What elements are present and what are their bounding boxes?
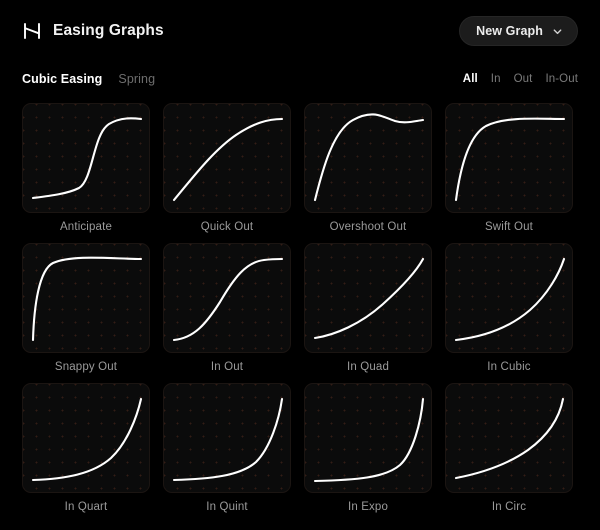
easing-graph-card[interactable]: In Quint [163, 383, 291, 513]
easing-graph-card[interactable]: In Quad [304, 243, 432, 373]
easing-graph-card[interactable]: Overshoot Out [304, 103, 432, 233]
easing-graph-grid: Anticipate Quick Out Overshoot Out Swift Ou… [0, 93, 600, 513]
easing-curve-plot[interactable] [445, 383, 573, 493]
easing-graph-card[interactable]: Quick Out [163, 103, 291, 233]
easing-graph-label: Quick Out [200, 221, 254, 233]
page-title: Easing Graphs [53, 22, 164, 39]
app-header: Easing Graphs New Graph [0, 0, 600, 62]
new-graph-button-label: New Graph [476, 24, 543, 38]
brand: Easing Graphs [22, 21, 164, 41]
easing-curve-path [172, 257, 284, 342]
easing-curve-plot[interactable] [304, 383, 432, 493]
filter-in-out[interactable]: In-Out [545, 73, 578, 85]
easing-graph-label: In Quad [347, 361, 389, 373]
easing-graph-label: In Quart [64, 501, 108, 513]
easing-graph-label: In Cubic [487, 361, 531, 373]
category-tabs: Cubic Easing Spring [22, 72, 155, 86]
easing-curve-path [454, 257, 566, 342]
easing-graph-label: In Quint [206, 501, 248, 513]
easing-graph-label: Swift Out [484, 221, 533, 233]
easing-graph-card[interactable]: In Quart [22, 383, 150, 513]
easing-curve-plot[interactable] [304, 103, 432, 213]
filter-bar: Cubic Easing Spring All In Out In-Out [0, 65, 600, 93]
easing-curve-path [313, 397, 425, 483]
easing-graph-label: In Out [210, 361, 244, 373]
easing-curve-plot[interactable] [22, 103, 150, 213]
easing-graph-label: Anticipate [59, 221, 112, 233]
easing-curve-path [454, 397, 565, 480]
easing-graph-card[interactable]: Anticipate [22, 103, 150, 233]
easing-curve-path [172, 117, 284, 202]
easing-graph-label: Overshoot Out [329, 221, 407, 233]
easing-curve-plot[interactable] [445, 103, 573, 213]
chevron-down-icon [553, 28, 562, 34]
easing-graph-card[interactable]: In Circ [445, 383, 573, 513]
easing-curve-path [172, 397, 284, 482]
easing-curve-path [454, 117, 566, 202]
easing-curve-plot[interactable] [22, 243, 150, 353]
easing-graph-label: Snappy Out [54, 361, 118, 373]
easing-curve-path [31, 117, 143, 200]
easing-graph-label: In Circ [491, 501, 527, 513]
easing-curve-path [31, 397, 143, 482]
filter-out[interactable]: Out [514, 73, 533, 85]
easing-curve-plot[interactable] [22, 383, 150, 493]
easing-graph-card[interactable]: In Expo [304, 383, 432, 513]
tab-spring[interactable]: Spring [118, 72, 155, 86]
filter-all[interactable]: All [463, 73, 478, 85]
easing-graph-card[interactable]: Snappy Out [22, 243, 150, 373]
easing-curve-plot[interactable] [445, 243, 573, 353]
easing-curve-plot[interactable] [163, 103, 291, 213]
tab-cubic-easing[interactable]: Cubic Easing [22, 72, 102, 86]
app-root: Easing Graphs New Graph Cubic Easing Spr… [0, 0, 600, 530]
new-graph-button[interactable]: New Graph [459, 16, 578, 46]
easing-curve-plot[interactable] [304, 243, 432, 353]
hourglass-h-logo-icon [24, 23, 40, 39]
easing-curve-plot[interactable] [163, 383, 291, 493]
easing-graph-label: In Expo [347, 501, 389, 513]
easing-graph-card[interactable]: Swift Out [445, 103, 573, 233]
easing-curve-path [313, 257, 425, 340]
easing-curve-plot[interactable] [163, 243, 291, 353]
easing-curve-path [313, 113, 425, 202]
easing-curve-path [31, 256, 143, 342]
filter-in[interactable]: In [491, 73, 501, 85]
easing-graph-card[interactable]: In Out [163, 243, 291, 373]
mode-tabs: All In Out In-Out [463, 73, 578, 85]
easing-graph-card[interactable]: In Cubic [445, 243, 573, 373]
